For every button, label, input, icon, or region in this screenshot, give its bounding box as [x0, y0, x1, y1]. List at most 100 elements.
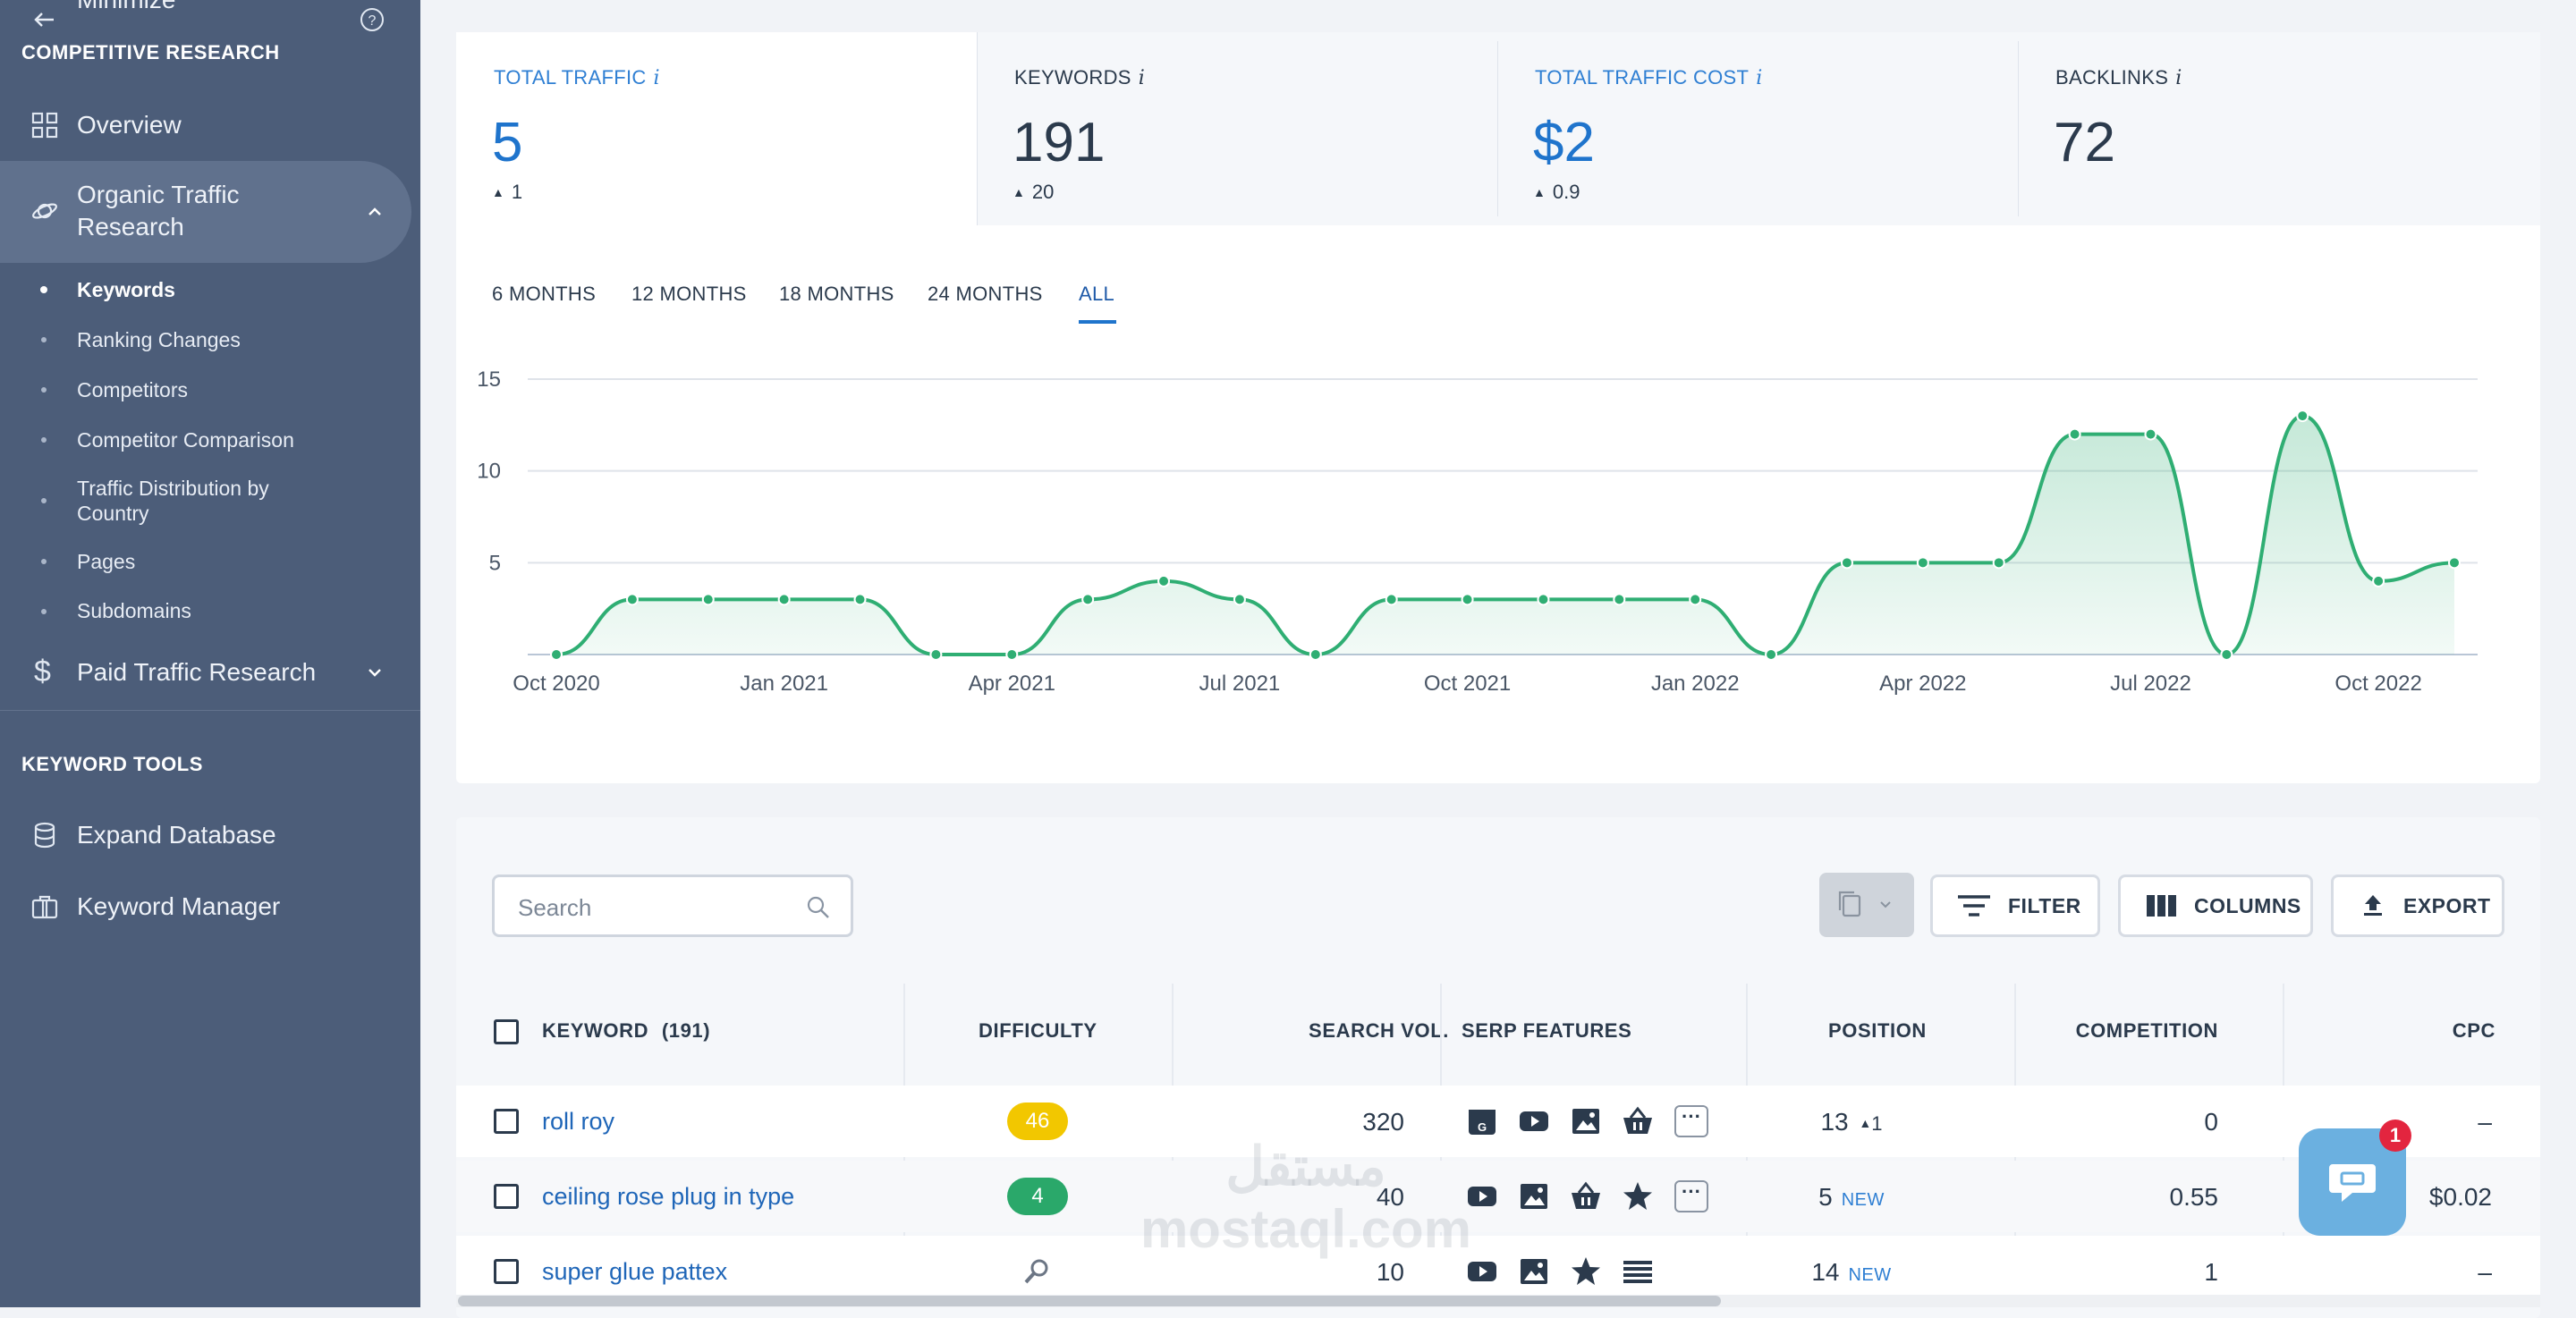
header-difficulty[interactable]: DIFFICULTY — [979, 1019, 1097, 1043]
header-position[interactable]: POSITION — [1828, 1019, 1927, 1043]
more-serp-button[interactable]: ··· — [1674, 1105, 1708, 1137]
difficulty-unknown-search-icon — [1024, 1259, 1048, 1284]
position-delta: 1 — [1871, 1112, 1883, 1135]
x-tick-label: Oct 2020 — [513, 672, 599, 696]
sub-nav-traffic-distribution[interactable]: Traffic Distribution by Country — [77, 476, 345, 526]
sub-nav-keywords[interactable]: Keywords — [77, 277, 175, 302]
metric-title: TOTAL TRAFFIC COST — [1535, 66, 1750, 89]
nav-expand-database[interactable]: Expand Database — [0, 814, 420, 857]
horizontal-scrollbar-thumb[interactable] — [458, 1296, 1721, 1306]
arrow-left-icon — [34, 13, 54, 27]
range-6-months[interactable]: 6 MONTHS — [492, 283, 596, 306]
svg-text:?: ? — [369, 13, 377, 29]
nav-keyword-manager[interactable]: Keyword Manager — [0, 885, 420, 928]
metric-total-traffic[interactable]: TOTAL TRAFFIC i 5 ▲ 1 — [456, 32, 977, 218]
data-point — [853, 593, 867, 606]
metric-title: KEYWORDS — [1014, 66, 1131, 89]
more-serp-button[interactable]: ··· — [1674, 1180, 1708, 1212]
data-point — [1233, 593, 1246, 606]
info-icon[interactable]: i — [654, 67, 660, 89]
data-point — [2448, 556, 2461, 570]
position-value: 5 — [1818, 1183, 1833, 1211]
data-point — [777, 593, 791, 606]
export-button[interactable]: EXPORT — [2331, 874, 2504, 937]
metric-total-traffic-cost[interactable]: TOTAL TRAFFIC COST i $2 ▲ 0.9 — [1497, 32, 2018, 218]
triangle-up-icon: ▲ — [1013, 185, 1025, 199]
triangle-up-icon: ▲ — [1859, 1116, 1872, 1130]
series-area — [556, 416, 2454, 655]
range-24-months[interactable]: 24 MONTHS — [928, 283, 1043, 306]
metric-delta: 1 — [511, 181, 523, 203]
shopping-basket-icon — [1572, 1181, 1600, 1209]
row-checkbox[interactable] — [494, 1184, 519, 1209]
nav-organic-label: Organic Traffic Research — [77, 181, 240, 241]
sub-nav-pages[interactable]: Pages — [77, 549, 135, 574]
select-all-checkbox[interactable] — [494, 1019, 519, 1044]
chevron-down-icon[interactable] — [365, 663, 385, 682]
info-icon[interactable]: i — [1139, 67, 1145, 89]
nav-organic-traffic-research[interactable]: Organic Traffic Research — [0, 161, 411, 263]
data-point — [1992, 556, 2005, 570]
nav-overview[interactable]: Overview — [0, 106, 420, 145]
columns-button[interactable]: COLUMNS — [2118, 874, 2313, 937]
help-icon[interactable]: ? — [360, 7, 385, 32]
planet-icon — [32, 203, 57, 219]
y-tick-label: 10 — [477, 460, 501, 484]
header-serp-features[interactable]: SERP FEATURES — [1462, 1019, 1631, 1043]
keyword-link[interactable]: super glue pattex — [542, 1258, 727, 1286]
sub-nav-subdomains[interactable]: Subdomains — [77, 598, 191, 623]
search-input[interactable]: Search — [492, 874, 853, 937]
metric-keywords[interactable]: KEYWORDS i 191 ▲ 20 — [977, 32, 1497, 218]
active-range-underline — [1079, 320, 1116, 324]
sub-nav-ranking-changes[interactable]: Ranking Changes — [77, 327, 241, 352]
filter-label: FILTER — [2008, 893, 2081, 917]
metric-title: TOTAL TRAFFIC — [494, 66, 647, 89]
sub-nav-competitors[interactable]: Competitors — [77, 377, 188, 402]
star-icon — [1623, 1182, 1652, 1210]
y-tick-label: 15 — [477, 368, 501, 392]
row-checkbox[interactable] — [494, 1109, 519, 1134]
difficulty-badge: 46 — [1007, 1103, 1068, 1140]
nav-overview-label: Overview — [77, 111, 182, 139]
header-keyword-count: (191) — [661, 1019, 711, 1042]
data-point — [701, 593, 715, 606]
range-12-months[interactable]: 12 MONTHS — [631, 283, 747, 306]
data-point — [2068, 427, 2081, 441]
nav-paid-traffic-research[interactable]: $ Paid Traffic Research — [0, 651, 420, 694]
search-volume: 10 — [1376, 1258, 1404, 1286]
info-icon[interactable]: i — [2175, 67, 2182, 89]
keyword-link[interactable]: roll roy — [542, 1108, 614, 1136]
data-point — [929, 648, 943, 661]
x-tick-label: Jan 2022 — [1651, 672, 1740, 696]
data-point — [1461, 593, 1474, 606]
search-icon[interactable] — [806, 895, 831, 920]
data-point — [1385, 593, 1398, 606]
bullet-icon — [41, 437, 47, 443]
copy-dropdown-button[interactable] — [1819, 873, 1914, 937]
bullet-icon — [41, 609, 47, 614]
header-competition[interactable]: COMPETITION — [2004, 1019, 2218, 1043]
data-point — [2220, 648, 2233, 661]
triangle-up-icon: ▲ — [492, 185, 504, 199]
x-tick-label: Jul 2022 — [2110, 672, 2191, 696]
sub-nav-competitor-comparison[interactable]: Competitor Comparison — [77, 427, 294, 452]
filter-button[interactable]: FILTER — [1930, 874, 2100, 937]
metric-backlinks[interactable]: BACKLINKS i 72 — [2018, 32, 2538, 218]
range-18-months[interactable]: 18 MONTHS — [779, 283, 894, 306]
grid-icon — [31, 112, 58, 139]
x-tick-label: Oct 2022 — [2334, 672, 2421, 696]
header-cpc[interactable]: CPC — [2406, 1019, 2496, 1043]
range-all[interactable]: ALL — [1079, 283, 1114, 306]
data-point — [1916, 556, 1929, 570]
position-value: 14 — [1811, 1258, 1840, 1286]
metric-value: 191 — [1013, 112, 1106, 173]
chevron-up-icon[interactable] — [365, 202, 385, 222]
y-tick-label: 5 — [489, 551, 501, 575]
keyword-link[interactable]: ceiling rose plug in type — [542, 1183, 794, 1211]
header-search-volume[interactable]: SEARCH VOL. — [1270, 1019, 1449, 1043]
header-keyword[interactable]: KEYWORD (191) — [542, 1019, 710, 1043]
row-checkbox[interactable] — [494, 1259, 519, 1284]
traffic-chart: 5 10 15 Oct 2020 Jan 2021 Apr 2021 Jul 2021 Oct… — [477, 368, 2478, 696]
competition-value: 1 — [2204, 1258, 2218, 1286]
info-icon[interactable]: i — [1756, 67, 1762, 89]
